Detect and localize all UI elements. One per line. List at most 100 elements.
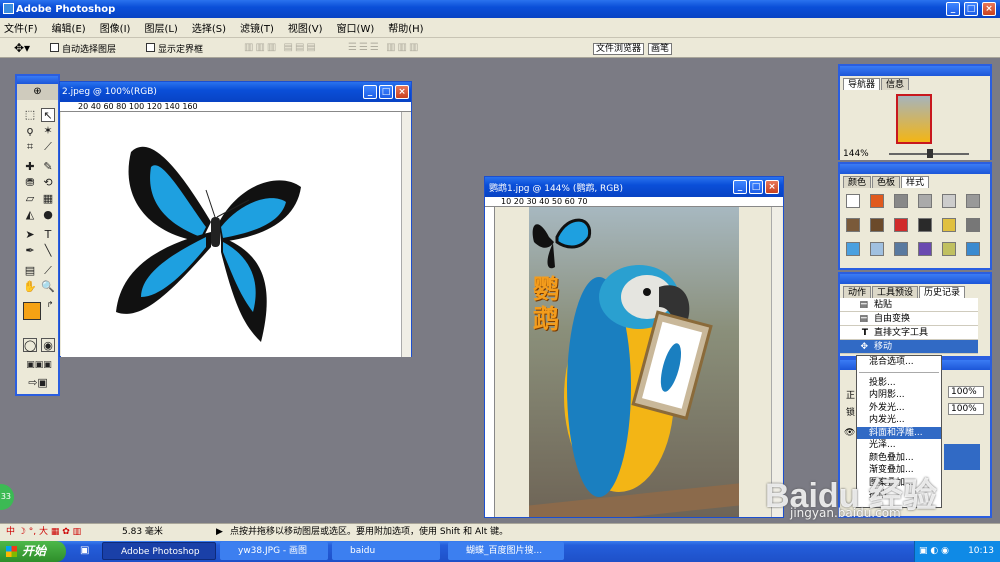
style-swatch[interactable] (942, 242, 956, 256)
screen-mode-icons[interactable]: ▣▣▣ (21, 358, 57, 372)
doc1-maximize-button[interactable]: □ (379, 85, 393, 99)
doc1-scrollbar[interactable] (401, 112, 411, 357)
style-swatch[interactable] (942, 194, 956, 208)
hand-tool-icon[interactable]: ✋ (23, 280, 37, 294)
style-swatch[interactable] (942, 218, 956, 232)
menu-view[interactable]: 视图(V) (288, 20, 323, 35)
tab-navigator[interactable]: 导航器 (843, 78, 881, 90)
menu-bevel-emboss[interactable]: 斜面和浮雕... (857, 426, 941, 439)
menu-color-overlay[interactable]: 颜色叠加... (857, 452, 941, 465)
menu-inner-shadow[interactable]: 内阴影... (857, 389, 941, 402)
style-swatch[interactable] (966, 242, 980, 256)
tab-swatches[interactable]: 色板 (872, 176, 901, 188)
blur-tool-icon[interactable]: ◭ (23, 208, 37, 222)
menu-outer-glow[interactable]: 外发光... (857, 402, 941, 415)
taskbar-item-photoshop[interactable]: Adobe Photoshop (102, 542, 216, 560)
tab-tool-presets[interactable]: 工具预设 (872, 286, 919, 298)
style-swatch[interactable] (894, 194, 908, 208)
app-close-button[interactable]: × (982, 2, 996, 16)
history-item[interactable]: ▤ 粘贴 (840, 298, 978, 312)
quickmask-mode-icon[interactable]: ◉ (41, 338, 55, 352)
lasso-tool-icon[interactable]: ϙ (23, 124, 37, 138)
palette-well-tab-brush[interactable]: 画笔 (648, 43, 673, 55)
notes-tool-icon[interactable]: ▤ (23, 264, 37, 278)
style-swatch[interactable] (894, 242, 908, 256)
healing-brush-icon[interactable]: ✚ (23, 160, 37, 174)
document-window-parrot[interactable]: 鹦鹉1.jpg @ 144% (鹦鹉, RGB) _ □ × 10 20 30 … (484, 176, 784, 518)
zoom-tool-icon[interactable]: 🔍 (41, 280, 55, 294)
style-swatch[interactable] (846, 242, 860, 256)
show-bounds-checkbox[interactable] (146, 43, 155, 52)
ime-mode[interactable]: 中 (6, 527, 15, 537)
gradient-tool-icon[interactable]: ▦ (41, 192, 55, 206)
foreground-color-swatch[interactable] (23, 302, 41, 320)
menu-select[interactable]: 选择(S) (192, 20, 226, 35)
style-swatch[interactable] (870, 218, 884, 232)
history-brush-icon[interactable]: ⟲ (41, 176, 55, 190)
doc2-close-button[interactable]: × (765, 180, 779, 194)
stamp-tool-icon[interactable]: ⛃ (23, 176, 37, 190)
taskbar-item-folder[interactable]: baidu (332, 542, 440, 560)
brush-tool-icon[interactable]: ✎ (41, 160, 55, 174)
floating-badge[interactable]: 33 (0, 484, 14, 510)
path-select-icon[interactable]: ➤ (23, 228, 37, 242)
doc1-close-button[interactable]: × (395, 85, 409, 99)
standard-mode-icon[interactable]: ◯ (23, 338, 37, 352)
auto-select-checkbox[interactable] (50, 43, 59, 52)
slice-tool-icon[interactable]: ⟋ (41, 140, 55, 154)
menu-image[interactable]: 图像(I) (100, 20, 131, 35)
swap-colors-icon[interactable]: ↱ (43, 298, 57, 312)
quicklaunch-icon[interactable]: ▣ (80, 545, 89, 556)
tab-info[interactable]: 信息 (881, 78, 910, 90)
pen-tool-icon[interactable]: ✒ (23, 244, 37, 258)
distribute-buttons[interactable]: ☰☰☰ ▥▥▥ (348, 42, 420, 53)
menu-help[interactable]: 帮助(H) (388, 20, 423, 35)
start-button[interactable]: 开始 (0, 541, 66, 562)
document-window-butterfly[interactable]: 2.jpeg @ 100%(RGB) _ □ × 20 40 60 80 100… (59, 81, 412, 357)
eye-icon[interactable]: 👁 (844, 428, 855, 438)
navigator-zoom-value[interactable]: 144% (843, 149, 869, 159)
magic-wand-icon[interactable]: ✶ (41, 124, 55, 138)
status-arrow-icon[interactable]: ▶ (216, 524, 223, 541)
history-item-selected[interactable]: ✥ 移动 (840, 340, 978, 354)
app-maximize-button[interactable]: □ (964, 2, 978, 16)
eraser-tool-icon[interactable]: ▱ (23, 192, 37, 206)
doc1-minimize-button[interactable]: _ (363, 85, 377, 99)
tab-color[interactable]: 颜色 (843, 176, 872, 188)
move-tool-icon[interactable]: ✥▾ (14, 41, 30, 55)
tab-history[interactable]: 历史记录 (919, 286, 966, 298)
jump-to-imageready-icon[interactable]: ⇨▣ (23, 376, 53, 390)
ime-toolbar[interactable]: 中 ☽ °, 大 ▦ ✿ ▥ (6, 524, 81, 541)
menu-window[interactable]: 窗口(W) (337, 20, 375, 35)
tray-icons[interactable]: ▣ ◐ ◉ (915, 546, 949, 556)
menu-drop-shadow[interactable]: 投影... (857, 377, 941, 390)
app-minimize-button[interactable]: _ (946, 2, 960, 16)
style-swatch[interactable] (966, 194, 980, 208)
tab-styles[interactable]: 样式 (901, 176, 930, 188)
tab-actions[interactable]: 动作 (843, 286, 872, 298)
palette-well-tab-browser[interactable]: 文件浏览器 (593, 43, 645, 55)
style-swatch[interactable] (918, 194, 932, 208)
taskbar-item-paint[interactable]: yw38.JPG - 画图 (220, 542, 328, 560)
style-swatch[interactable] (966, 218, 980, 232)
style-swatch[interactable] (846, 218, 860, 232)
marquee-tool-icon[interactable]: ⬚ (23, 108, 37, 122)
ime-size[interactable]: 大 (39, 527, 48, 537)
doc2-maximize-button[interactable]: □ (749, 180, 763, 194)
navigator-zoom-slider[interactable] (888, 149, 969, 158)
style-swatch-none[interactable] (846, 194, 860, 208)
menu-file[interactable]: 文件(F) (4, 20, 38, 35)
history-item[interactable]: T 直排文字工具 (840, 326, 978, 340)
opacity-field[interactable]: 100% (948, 386, 984, 398)
style-swatch[interactable] (870, 242, 884, 256)
menu-filter[interactable]: 滤镜(T) (240, 20, 274, 35)
style-swatch[interactable] (918, 242, 932, 256)
menu-satin[interactable]: 光泽... (857, 439, 941, 452)
style-swatch[interactable] (918, 218, 932, 232)
align-buttons[interactable]: ▥▥▥ ▤▤▤ (244, 42, 318, 53)
fill-field[interactable]: 100% (948, 403, 984, 415)
line-tool-icon[interactable]: ╲ (41, 244, 55, 258)
move-tool-icon[interactable]: ↖ (41, 108, 55, 122)
menu-blending-options[interactable]: 混合选项... (857, 356, 941, 369)
doc2-minimize-button[interactable]: _ (733, 180, 747, 194)
